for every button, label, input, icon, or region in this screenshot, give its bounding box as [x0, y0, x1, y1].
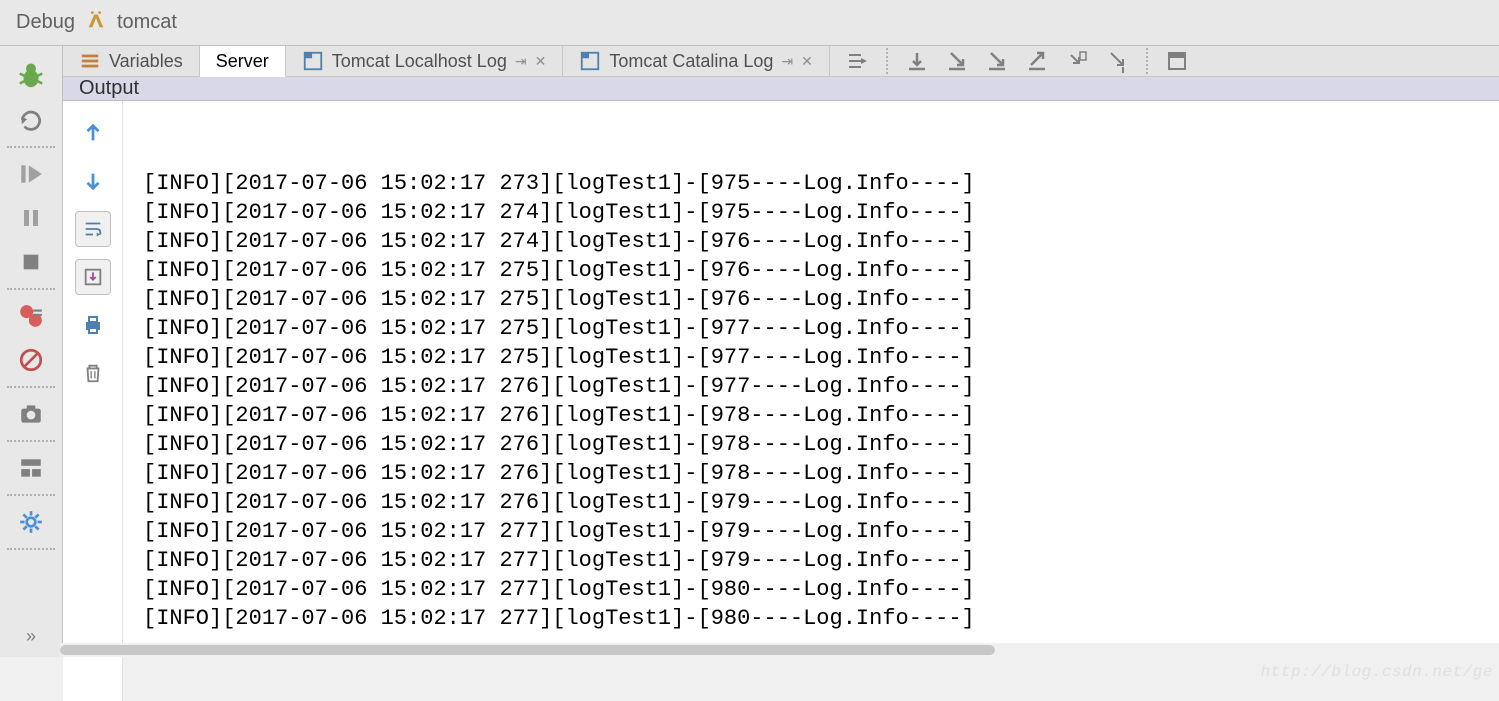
separator [7, 440, 55, 442]
force-step-into-icon[interactable] [982, 46, 1012, 76]
pin-icon[interactable]: ⇥ [515, 53, 527, 70]
tab-variables[interactable]: Variables [63, 46, 200, 76]
close-icon[interactable]: ✕ [535, 53, 547, 70]
tomcat-icon [85, 9, 107, 37]
tabs-bar: Variables Server Tomcat Localhost Log ⇥ … [63, 46, 1499, 77]
tab-label: Server [216, 51, 269, 72]
watermark: http://blog.csdn.net/ge [1261, 658, 1493, 687]
log-icon [579, 50, 601, 72]
drop-frame-icon[interactable] [1062, 46, 1092, 76]
tab-server[interactable]: Server [200, 46, 286, 77]
log-line: [INFO][2017-07-06 15:02:17 276][logTest1… [143, 488, 1479, 517]
right-pane: Variables Server Tomcat Localhost Log ⇥ … [63, 46, 1499, 657]
log-line: [INFO][2017-07-06 15:02:17 276][logTest1… [143, 401, 1479, 430]
breakpoints-icon[interactable] [11, 296, 51, 336]
step-toolbar [830, 46, 1499, 76]
print-icon[interactable] [75, 307, 111, 343]
tab-catalina-log[interactable]: Tomcat Catalina Log ⇥ ✕ [563, 46, 830, 76]
separator [886, 48, 888, 74]
tab-label: Tomcat Catalina Log [609, 51, 773, 72]
log-line: [INFO][2017-07-06 15:02:17 277][logTest1… [143, 604, 1479, 633]
close-icon[interactable]: ✕ [801, 53, 813, 70]
variables-icon [79, 50, 101, 72]
output-body: [INFO][2017-07-06 15:02:17 273][logTest1… [63, 101, 1499, 701]
scroll-to-end-icon[interactable] [75, 259, 111, 295]
debug-bug-icon[interactable] [11, 56, 51, 96]
camera-icon[interactable] [11, 394, 51, 434]
tab-label: Variables [109, 51, 183, 72]
scroll-up-icon[interactable] [75, 115, 111, 151]
evaluate-expression-icon[interactable] [1162, 46, 1192, 76]
log-line: [INFO][2017-07-06 15:02:17 273][logTest1… [143, 169, 1479, 198]
stop-icon[interactable] [11, 242, 51, 282]
run-to-cursor-icon[interactable] [1102, 46, 1132, 76]
log-line: [INFO][2017-07-06 15:02:17 275][logTest1… [143, 256, 1479, 285]
log-line: [INFO][2017-07-06 15:02:17 274][logTest1… [143, 227, 1479, 256]
pin-icon[interactable]: ⇥ [781, 53, 793, 70]
separator [7, 494, 55, 496]
scroll-down-icon[interactable] [75, 163, 111, 199]
log-line: [INFO][2017-07-06 15:02:17 275][logTest1… [143, 285, 1479, 314]
show-execution-point-icon[interactable] [842, 46, 872, 76]
scroll-thumb[interactable] [60, 645, 995, 655]
horizontal-scrollbar[interactable] [60, 643, 1499, 657]
output-header: Output [63, 77, 1499, 101]
separator [7, 548, 55, 550]
step-into-icon[interactable] [942, 46, 972, 76]
log-line: [INFO][2017-07-06 15:02:17 277][logTest1… [143, 517, 1479, 546]
debug-header: Debug tomcat [0, 0, 1499, 46]
log-line: [INFO][2017-07-06 15:02:17 276][logTest1… [143, 372, 1479, 401]
separator [1146, 48, 1148, 74]
log-line: [INFO][2017-07-06 15:02:17 275][logTest1… [143, 314, 1479, 343]
rerun-icon[interactable] [11, 100, 51, 140]
pause-icon[interactable] [11, 198, 51, 238]
step-out-icon[interactable] [1022, 46, 1052, 76]
separator [7, 386, 55, 388]
step-over-icon[interactable] [902, 46, 932, 76]
soft-wrap-icon[interactable] [75, 211, 111, 247]
debugger-toolbar: » [0, 46, 63, 657]
output-title: Output [79, 77, 139, 100]
separator [7, 146, 55, 148]
log-line: [INFO][2017-07-06 15:02:17 276][logTest1… [143, 430, 1479, 459]
config-name: tomcat [117, 11, 177, 34]
log-line: [INFO][2017-07-06 15:02:17 276][logTest1… [143, 459, 1479, 488]
mute-breakpoints-icon[interactable] [11, 340, 51, 380]
log-line: [INFO][2017-07-06 15:02:17 277][logTest1… [143, 546, 1479, 575]
separator [7, 288, 55, 290]
expand-chevrons-icon[interactable]: » [11, 621, 51, 651]
clear-trash-icon[interactable] [75, 355, 111, 391]
log-line: [INFO][2017-07-06 15:02:17 275][logTest1… [143, 343, 1479, 372]
log-output[interactable]: [INFO][2017-07-06 15:02:17 273][logTest1… [123, 101, 1499, 701]
resume-icon[interactable] [11, 154, 51, 194]
layout-icon[interactable] [11, 448, 51, 488]
tab-localhost-log[interactable]: Tomcat Localhost Log ⇥ ✕ [286, 46, 564, 76]
tab-label: Tomcat Localhost Log [332, 51, 507, 72]
log-icon [302, 50, 324, 72]
settings-gear-icon[interactable] [11, 502, 51, 542]
debug-label: Debug [16, 11, 75, 34]
log-line: [INFO][2017-07-06 15:02:17 277][logTest1… [143, 575, 1479, 604]
log-line: [INFO][2017-07-06 15:02:17 274][logTest1… [143, 198, 1479, 227]
console-toolbar [63, 101, 123, 701]
